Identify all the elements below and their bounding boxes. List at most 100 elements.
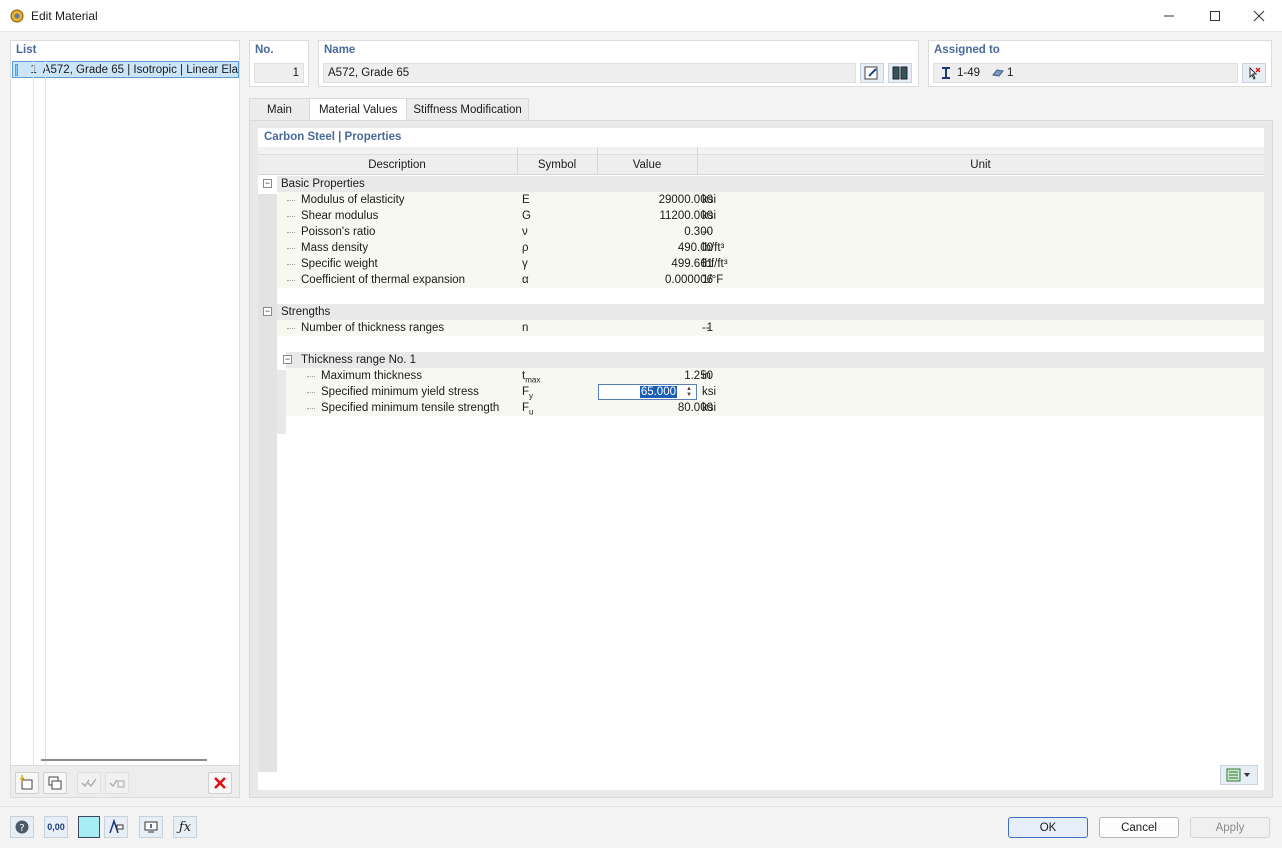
cancel-button[interactable]: Cancel [1099, 817, 1179, 838]
tree-branch [287, 280, 295, 281]
cell-symbol: ν [522, 226, 528, 238]
member-icon [942, 67, 950, 79]
assigned-heading: Assigned to [934, 44, 1000, 56]
name-field[interactable]: A572, Grade 65 [323, 63, 856, 83]
edit-pencil-icon [864, 66, 878, 80]
group-title: Basic Properties [281, 178, 365, 190]
ok-button[interactable]: OK [1008, 817, 1088, 838]
collapse-thickness-icon[interactable]: − [283, 355, 292, 364]
copy-material-button[interactable] [43, 772, 67, 794]
export-excel-icon [1226, 768, 1250, 782]
table-row[interactable]: Shear modulus G 11200.000 ksi [277, 208, 1264, 224]
maximize-button[interactable] [1192, 0, 1238, 32]
cell-unit: -- [702, 226, 710, 238]
cell-value[interactable]: 0.300 [597, 224, 713, 240]
cell-value[interactable]: 1 [597, 320, 713, 336]
number-field[interactable]: 1 [254, 63, 304, 83]
table-row[interactable]: Number of thickness ranges n 1 -- [277, 320, 1264, 336]
help-icon: ? [15, 820, 29, 834]
assigned-panel: Assigned to 1-49 1 [928, 40, 1272, 87]
cell-symbol: Fu [522, 400, 533, 416]
tree-branch [287, 248, 295, 249]
header-value[interactable]: Value [597, 159, 697, 175]
cell-value[interactable]: 29000.000 [597, 192, 713, 208]
tree-branch [287, 232, 295, 233]
table-row[interactable]: Coefficient of thermal expansion α 0.000… [277, 272, 1264, 288]
table-row[interactable]: Maximum thickness tmax 1.250 in [286, 368, 1264, 384]
maximize-icon [1210, 11, 1220, 21]
pick-assignment-button[interactable] [1242, 63, 1266, 83]
window-title: Edit Material [31, 9, 98, 23]
header-symbol[interactable]: Symbol [517, 159, 597, 175]
cell-value[interactable]: 490.00 [597, 240, 713, 256]
new-material-button[interactable] [15, 772, 39, 794]
table-row[interactable]: Specified minimum yield stress Fy 65.000… [286, 384, 1264, 400]
dialog-footer: ? 0,00 ƒx OK Cancel Apply [0, 806, 1282, 848]
tab-main[interactable]: Main [249, 98, 310, 121]
color-button[interactable] [78, 816, 100, 838]
cell-value[interactable]: 0.000006 [597, 272, 713, 288]
tab-stiffness-modification[interactable]: Stiffness Modification [406, 98, 529, 121]
cell-symbol: ρ [522, 242, 529, 254]
minimize-button[interactable] [1146, 0, 1192, 32]
name-panel: Name A572, Grade 65 [318, 40, 919, 87]
symbol-main: F [522, 402, 530, 414]
table-row[interactable]: Specified minimum tensile strength Fu 80… [286, 400, 1264, 416]
delete-material-button[interactable] [208, 772, 232, 794]
header-description[interactable]: Description [277, 159, 517, 175]
table-row[interactable]: Specific weight γ 499.661 lbf/ft³ [277, 256, 1264, 272]
number-panel: No. 1 [249, 40, 309, 87]
edit-name-button[interactable] [860, 63, 884, 83]
cell-value[interactable]: 499.661 [597, 256, 713, 272]
apply-button[interactable]: Apply [1190, 817, 1270, 838]
cell-symbol: n [522, 322, 529, 334]
uncheck-all-icon [109, 779, 125, 788]
list-heading: List [16, 44, 37, 56]
assigned-members: 1-49 [957, 67, 981, 79]
cell-value[interactable]: 11200.000 [597, 208, 713, 224]
tree-branch [287, 328, 295, 329]
collapse-strengths-icon[interactable]: − [263, 307, 272, 316]
info-button[interactable] [139, 816, 163, 838]
help-button[interactable]: ? [10, 816, 34, 838]
material-library-button[interactable] [888, 63, 912, 83]
check-all-button[interactable] [77, 772, 101, 794]
table-row[interactable]: Poisson's ratio ν 0.300 -- [277, 224, 1264, 240]
list-horizontal-scrollbar[interactable] [41, 759, 207, 761]
cell-description: Modulus of elasticity [301, 194, 405, 206]
group-basic-properties[interactable]: Basic Properties [277, 176, 1264, 192]
yield-stress-value[interactable]: 65.000 [639, 386, 677, 398]
list-item[interactable]: 1 A572, Grade 65 | Isotropic | Linear El… [12, 61, 239, 78]
tab-material-values[interactable]: Material Values [308, 98, 408, 121]
cell-description: Mass density [301, 242, 369, 254]
cell-symbol: E [522, 194, 530, 206]
yield-stress-input[interactable]: 65.000 ▲ ▼ [598, 384, 697, 400]
formula-icon: ƒx [178, 819, 192, 835]
copy-icon [48, 776, 62, 790]
display-button[interactable] [104, 816, 128, 838]
group-thickness-range[interactable]: Thickness range No. 1 [286, 352, 1264, 368]
close-button[interactable] [1236, 0, 1282, 32]
table-row[interactable]: Modulus of elasticity E 29000.000 ksi [277, 192, 1264, 208]
title-bar: Edit Material [0, 0, 1282, 32]
cell-unit: ksi [702, 194, 717, 206]
table-row[interactable]: Mass density ρ 490.00 lb/ft³ [277, 240, 1264, 256]
units-button[interactable]: 0,00 [44, 816, 68, 838]
cell-description: Specified minimum yield stress [321, 386, 479, 398]
assigned-field[interactable]: 1-49 1 [933, 63, 1238, 83]
tree-branch [287, 200, 295, 201]
cell-value[interactable]: 80.000 [597, 400, 713, 416]
svg-text:?: ? [19, 823, 24, 834]
cell-value[interactable]: 1.250 [597, 368, 713, 384]
cell-description: Coefficient of thermal expansion [301, 274, 466, 286]
header-unit[interactable]: Unit [697, 159, 1264, 175]
group-strengths[interactable]: Strengths [277, 304, 1264, 320]
export-table-button[interactable] [1220, 765, 1258, 785]
group-title: Thickness range No. 1 [301, 354, 417, 366]
spinner-arrows-icon[interactable]: ▲ ▼ [683, 386, 695, 398]
formula-button[interactable]: ƒx [173, 816, 197, 838]
uncheck-all-button[interactable] [105, 772, 129, 794]
collapse-basic-icon[interactable]: − [263, 179, 272, 188]
tree-branch [307, 392, 315, 393]
cell-symbol: G [522, 210, 531, 222]
